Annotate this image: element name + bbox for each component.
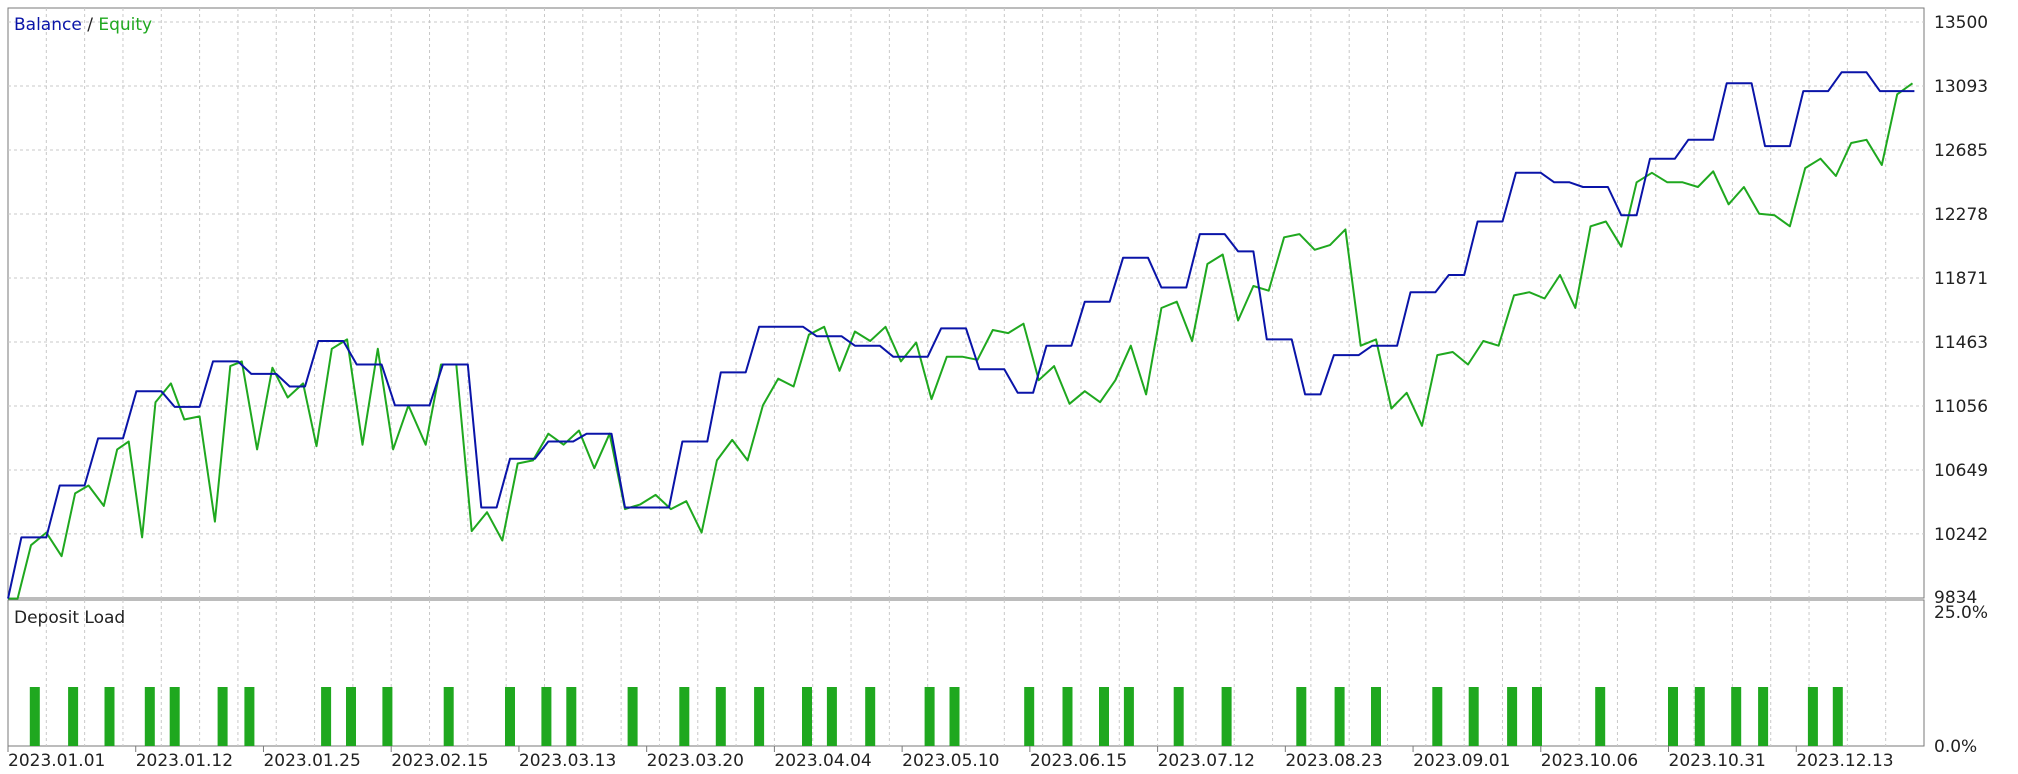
legend-separator: /	[82, 15, 99, 35]
deposit-load-y-labels: 25.0% 0.0%	[1934, 603, 1988, 757]
deposit-load-bar	[1807, 687, 1818, 746]
deposit-load-bar	[1731, 687, 1742, 746]
deposit-load-bar	[1507, 687, 1518, 746]
y-tick-label: 13093	[1934, 77, 1988, 97]
deposit-load-bar	[321, 687, 332, 746]
deposit-load-bar	[1532, 687, 1542, 746]
x-tick-label: 2023.12.13	[1796, 751, 1893, 770]
deposit-load-bar	[1024, 687, 1035, 746]
x-tick-label: 2023.03.20	[647, 751, 744, 770]
x-tick-label: 2023.09.01	[1413, 751, 1510, 770]
deposit-load-bar	[1099, 687, 1109, 746]
y-tick-label: 10649	[1934, 461, 1988, 481]
deposit-load-bar	[244, 687, 255, 746]
deposit-load-bar	[443, 687, 454, 746]
x-tick-label: 2023.05.10	[902, 751, 999, 770]
deposit-load-bar	[541, 687, 552, 746]
deposit-load-bar	[566, 687, 577, 746]
y-tick-label: 10242	[1934, 525, 1988, 545]
chart-svg: 13500 13093 12685 12278 11871 11463 11056 10649…	[7, 7, 1988, 771]
deposit-load-bar	[505, 687, 515, 746]
deposit-load-bar	[29, 687, 40, 746]
legend-balance: Balance	[14, 15, 82, 35]
deposit-load-bar	[802, 687, 812, 746]
balance-equity-chart: 13500 13093 12685 12278 11871 11463 11056 10649…	[0, 0, 2018, 771]
legend-equity: Equity	[98, 15, 152, 35]
deposit-load-bar	[826, 687, 837, 746]
deposit-load-bar	[924, 687, 935, 746]
deposit-load-bar	[679, 687, 690, 746]
deposit-load-title: Deposit Load	[14, 608, 125, 628]
y-tick-label: 12278	[1934, 205, 1988, 225]
x-tick-label: 2023.01.01	[8, 751, 105, 770]
deposit-load-bar	[1334, 687, 1345, 746]
deposit-load-bar	[865, 687, 876, 746]
deposit-load-bar	[754, 687, 765, 746]
x-tick-label: 2023.10.06	[1541, 751, 1638, 770]
deposit-load-y-min: 0.0%	[1934, 737, 1977, 757]
deposit-load-bar	[627, 687, 638, 746]
x-tick-label: 2023.04.04	[774, 751, 871, 770]
x-tick-label: 2023.01.12	[136, 751, 233, 770]
x-tick-label: 2023.02.15	[391, 751, 488, 770]
deposit-load-bar	[68, 687, 79, 746]
deposit-load-bar	[1221, 687, 1232, 746]
x-tick-label: 2023.06.15	[1030, 751, 1127, 770]
y-axis-labels: 13500 13093 12685 12278 11871 11463 11056 10649…	[1934, 13, 1988, 608]
x-axis: 2023.01.01 2023.01.12 2023.01.25 2023.02.15…	[7, 746, 1894, 771]
deposit-load-panel: 25.0% 0.0% Deposit Load	[7, 599, 1988, 757]
deposit-load-bar	[1694, 687, 1705, 746]
deposit-load-bar	[346, 687, 356, 746]
y-tick-label: 11056	[1934, 397, 1988, 417]
deposit-load-bar	[1468, 687, 1479, 746]
x-tick-label: 2023.03.13	[519, 751, 616, 770]
x-tick-label: 2023.01.25	[263, 751, 360, 770]
deposit-load-bar	[949, 687, 960, 746]
deposit-load-bar	[169, 687, 180, 746]
deposit-load-bar	[104, 687, 115, 746]
legend: Balance / Equity	[14, 15, 152, 35]
deposit-load-bar	[1123, 687, 1134, 746]
y-tick-label: 13500	[1934, 13, 1988, 33]
x-tick-label: 2023.08.23	[1285, 751, 1382, 770]
deposit-load-bar	[1758, 687, 1769, 746]
deposit-load-bar	[1296, 687, 1307, 746]
deposit-load-bar	[1832, 687, 1843, 746]
deposit-load-bar	[144, 687, 155, 746]
deposit-load-y-max: 25.0%	[1934, 603, 1988, 623]
deposit-load-bar	[1595, 687, 1606, 746]
y-tick-label: 12685	[1934, 141, 1988, 161]
deposit-load-bar	[1062, 687, 1073, 746]
y-tick-label: 11871	[1934, 269, 1988, 289]
x-tick-label: 2023.07.12	[1158, 751, 1255, 770]
balance-equity-panel: 13500 13093 12685 12278 11871 11463 11056 10649…	[7, 7, 1988, 608]
deposit-load-bar	[382, 687, 393, 746]
deposit-load-bar	[1668, 687, 1678, 746]
x-tick-label: 2023.10.31	[1669, 751, 1766, 770]
deposit-load-bar	[217, 687, 228, 746]
deposit-load-bar	[1173, 687, 1184, 746]
y-tick-label: 11463	[1934, 333, 1988, 353]
deposit-load-bar	[715, 687, 726, 746]
deposit-load-bar	[1432, 687, 1443, 746]
deposit-load-bar	[1371, 687, 1381, 746]
